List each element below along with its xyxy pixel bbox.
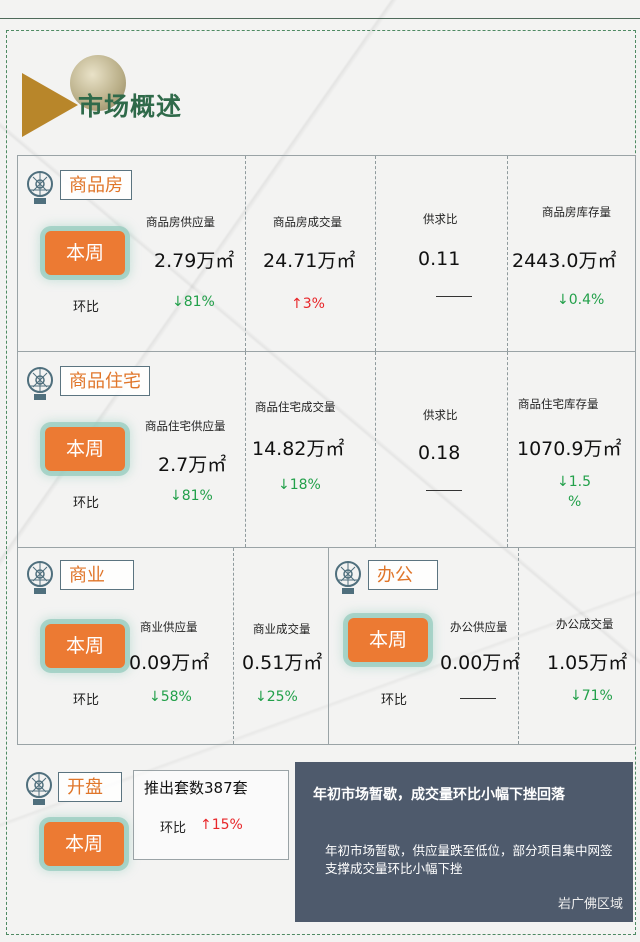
metric-label: 商业供应量 bbox=[140, 620, 198, 634]
metric-value: 2.79万㎡ bbox=[154, 250, 235, 272]
section-residential: 商品住宅 本周 环比 商品住宅供应量 2.7万㎡ ↓81% 商品住宅成交量 14… bbox=[17, 352, 636, 548]
week-badge: 本周 bbox=[45, 427, 125, 471]
metric-value: 1070.9万㎡ bbox=[517, 438, 622, 460]
metric-label: 商业成交量 bbox=[253, 622, 311, 636]
summary-panel: 年初市场暂歇，成交量环比小幅下挫回落 年初市场暂歇，供应量跌至低位，部分项目集中… bbox=[295, 762, 633, 922]
section-commercial-housing: 商品房 本周 环比 商品房供应量 2.79万㎡ ↓81% 商品房成交量 24.7… bbox=[17, 155, 636, 352]
metric-value: 0.09万㎡ bbox=[129, 652, 210, 674]
emblem-icon bbox=[335, 561, 361, 594]
launch-count: 推出套数387套 bbox=[144, 779, 248, 797]
metric-label: 商品住宅成交量 bbox=[255, 400, 336, 414]
tag-office: 办公 bbox=[368, 560, 438, 590]
tag-opening: 开盘 bbox=[58, 772, 122, 802]
metric-label: 商品房供应量 bbox=[146, 215, 215, 229]
emblem-icon bbox=[26, 772, 52, 805]
metric-value: 0.00万㎡ bbox=[440, 652, 521, 674]
metric-dash bbox=[426, 490, 462, 491]
tag-business: 商业 bbox=[60, 560, 134, 590]
metric-value: 2443.0万㎡ bbox=[512, 250, 617, 272]
tag-residential: 商品住宅 bbox=[60, 366, 150, 396]
metric-change: ↓25% bbox=[255, 689, 298, 705]
emblem-icon bbox=[27, 171, 53, 204]
week-badge: 本周 bbox=[348, 618, 428, 662]
metric-label: 商品房库存量 bbox=[542, 205, 611, 219]
metric-change: ↓71% bbox=[570, 688, 613, 704]
metric-label: 办公成交量 bbox=[556, 617, 614, 631]
metric-change: ↓58% bbox=[149, 689, 192, 705]
metric-label: 商品房成交量 bbox=[273, 215, 342, 229]
summary-body: 年初市场暂歇，供应量跌至低位，部分项目集中网签支撑成交量环比小幅下挫 bbox=[325, 843, 613, 876]
metric-label: 办公供应量 bbox=[450, 620, 508, 634]
metric-change-unit: % bbox=[568, 494, 582, 510]
watermark: 岩广佛区域 bbox=[557, 897, 623, 912]
metric-change: ↓1.5 bbox=[557, 474, 591, 490]
metric-change: ↓81% bbox=[170, 488, 213, 504]
metric-label: 供求比 bbox=[423, 408, 458, 422]
metric-change: ↓0.4% bbox=[557, 292, 605, 308]
huanbi-label: 环比 bbox=[73, 693, 100, 708]
emblem-icon bbox=[27, 561, 53, 594]
metric-value: 0.51万㎡ bbox=[242, 652, 323, 674]
metric-change: ↓81% bbox=[172, 294, 215, 310]
metric-dash bbox=[460, 698, 496, 699]
huanbi-label: 环比 bbox=[73, 300, 100, 315]
week-badge: 本周 bbox=[44, 822, 124, 866]
title-block: 市场概述 bbox=[22, 55, 222, 140]
section-business-office: 商业 本周 环比 商业供应量 0.09万㎡ ↓58% 商业成交量 0.51万㎡ … bbox=[17, 548, 636, 745]
week-badge: 本周 bbox=[45, 231, 125, 275]
huanbi-label: 环比 bbox=[381, 693, 408, 708]
week-badge: 本周 bbox=[45, 624, 125, 668]
huanbi-label: 环比 bbox=[160, 821, 187, 836]
metric-change: ↓18% bbox=[278, 477, 321, 493]
metric-label: 供求比 bbox=[423, 212, 458, 226]
emblem-icon bbox=[27, 367, 53, 400]
opening-change: ↑15% bbox=[200, 817, 243, 833]
huanbi-label: 环比 bbox=[73, 496, 100, 511]
tag-commercial-housing: 商品房 bbox=[60, 170, 132, 200]
metric-dash bbox=[436, 296, 472, 297]
top-rule bbox=[0, 18, 640, 19]
metric-value: 0.18 bbox=[418, 442, 461, 464]
metric-label: 商品住宅供应量 bbox=[145, 419, 226, 433]
metric-value: 14.82万㎡ bbox=[252, 438, 345, 460]
metric-value: 1.05万㎡ bbox=[547, 652, 628, 674]
metric-value: 2.7万㎡ bbox=[158, 454, 227, 476]
metric-label: 商品住宅库存量 bbox=[518, 397, 599, 411]
metric-value: 0.11 bbox=[418, 248, 461, 270]
summary-title: 年初市场暂歇，成交量环比小幅下挫回落 bbox=[313, 787, 565, 803]
page-title: 市场概述 bbox=[78, 92, 183, 121]
opening-box: 推出套数387套 环比 ↑15% bbox=[133, 770, 289, 860]
metric-value: 24.71万㎡ bbox=[263, 250, 356, 272]
metric-change: ↑3% bbox=[291, 296, 325, 312]
